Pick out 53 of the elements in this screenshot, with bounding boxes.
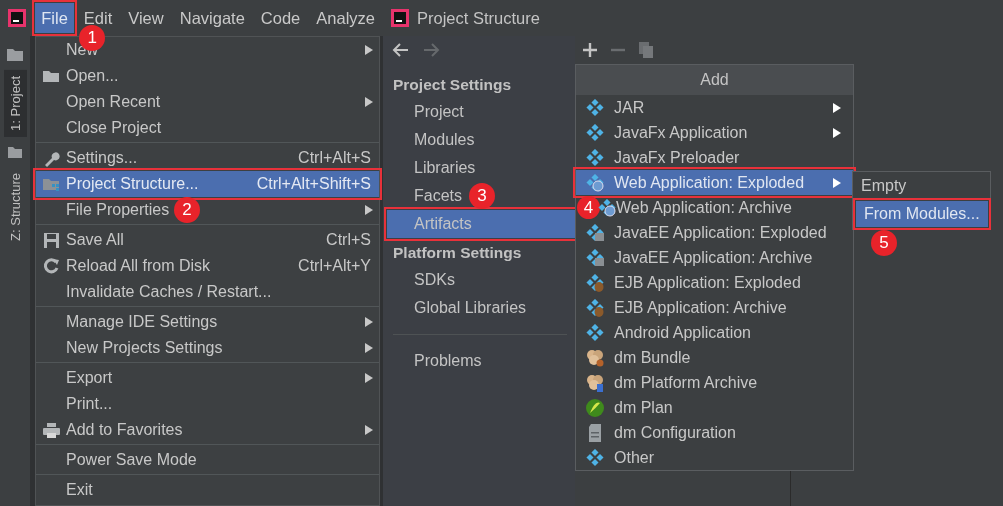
menu-item[interactable]: Web Application: Exploded — [576, 170, 853, 195]
menu-item[interactable]: Reload All from Disk Ctrl+Alt+Y — [36, 253, 379, 279]
menu-item[interactable]: dm Configuration — [576, 420, 853, 445]
menu-item[interactable]: JavaFx Application — [576, 120, 853, 145]
menu-item[interactable]: Power Save Mode — [36, 447, 379, 473]
sidebar-item[interactable]: Modules — [383, 126, 575, 154]
menu-item[interactable]: Empty — [853, 173, 990, 199]
menu-item[interactable]: dm Plan — [576, 395, 853, 420]
menu-item[interactable]: Open... — [36, 63, 379, 89]
menu-item[interactable]: Add to Favorites — [36, 417, 379, 443]
window-title: Project Structure — [417, 8, 540, 28]
sidebar-item[interactable]: SDKs — [383, 266, 575, 294]
step-number-badge: 2 — [174, 197, 200, 223]
menu-item[interactable]: Save All Ctrl+S — [36, 227, 379, 253]
menu-item[interactable]: Manage IDE Settings — [36, 309, 379, 335]
menu-item[interactable]: Open Recent — [36, 89, 379, 115]
menu-item[interactable]: EJB Application: Archive — [576, 295, 853, 320]
step-number-badge: 3 — [469, 183, 495, 209]
section-heading: Platform Settings — [392, 243, 523, 263]
menu-item[interactable]: New Projects Settings — [36, 335, 379, 361]
menu-bar-item[interactable]: Code — [254, 3, 307, 33]
section-heading: Project Settings — [392, 75, 512, 95]
step-number-badge: 5 — [871, 230, 897, 256]
menu-item[interactable]: Project Structure... Ctrl+Alt+Shift+S — [36, 171, 379, 197]
menu-bar-item[interactable]: Analyze — [310, 3, 381, 33]
menu-item[interactable]: JavaEE Application: Archive — [576, 245, 853, 270]
menu-item[interactable]: Other — [576, 445, 853, 470]
sidebar-item[interactable]: Problems — [383, 347, 575, 375]
menu-item[interactable]: File Properties 2 — [36, 197, 379, 223]
tool-window-tab[interactable]: Z: Structure — [3, 166, 27, 247]
menu-item[interactable]: Settings... Ctrl+Alt+S — [36, 145, 379, 171]
sidebar-item[interactable]: Libraries — [383, 154, 575, 182]
menu-title: Add — [576, 65, 853, 95]
sidebar-item[interactable]: Facets 3 — [383, 182, 575, 210]
menu-item[interactable]: Android Application — [576, 320, 853, 345]
menu-bar-item[interactable]: Navigate — [173, 3, 251, 33]
menu-item[interactable]: JavaFx Preloader — [576, 145, 853, 170]
sidebar-item[interactable]: Project — [383, 98, 575, 126]
menu-item[interactable]: Export — [36, 365, 379, 391]
menu-item[interactable]: JavaEE Application: Exploded — [576, 220, 853, 245]
menu-item[interactable]: Invalidate Caches / Restart... — [36, 279, 379, 305]
menu-item[interactable]: Close Project — [36, 115, 379, 141]
menu-item[interactable]: JAR — [576, 95, 853, 120]
sidebar-item[interactable]: Global Libraries — [383, 294, 575, 322]
tool-window-tab[interactable]: 1: Project — [3, 70, 27, 137]
menu-item[interactable]: dm Bundle — [576, 345, 853, 370]
menu-item[interactable]: 4 Web Application: Archive — [576, 195, 853, 220]
menu-item[interactable]: dm Platform Archive — [576, 370, 853, 395]
menu-bar-item[interactable]: View — [122, 3, 170, 33]
menu-item[interactable]: Exit — [36, 477, 379, 503]
step-number-badge: 4 — [577, 196, 600, 219]
menu-item[interactable]: Print... — [36, 391, 379, 417]
menu-item[interactable]: EJB Application: Exploded — [576, 270, 853, 295]
